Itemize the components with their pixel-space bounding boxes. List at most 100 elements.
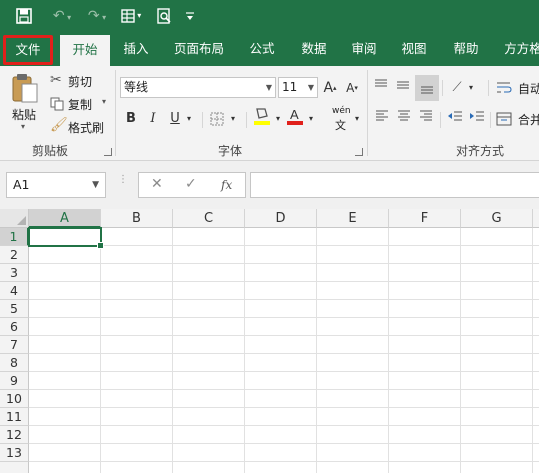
- divider: [246, 112, 247, 128]
- insert-function-button[interactable]: fx: [221, 178, 232, 192]
- font-launcher-icon[interactable]: [355, 148, 363, 156]
- row-header[interactable]: 3: [0, 264, 29, 282]
- orientation-icon[interactable]: ⟋: [448, 77, 466, 99]
- chevron-down-icon: ▼: [265, 83, 272, 92]
- row-header[interactable]: 13: [0, 444, 29, 462]
- paste-button[interactable]: 粘贴 ▾: [6, 70, 44, 136]
- copy-label: 复制: [68, 98, 93, 112]
- enter-icon[interactable]: ✓: [185, 176, 197, 192]
- underline-dropdown-icon[interactable]: ▾: [184, 108, 194, 130]
- tab-fangfangge[interactable]: 方方格: [498, 33, 539, 66]
- column-header[interactable]: E: [317, 209, 389, 228]
- tab-home[interactable]: 开始: [60, 35, 110, 66]
- tab-page-layout[interactable]: 页面布局: [166, 33, 232, 66]
- alignment-group-label: 对齐方式: [455, 144, 504, 158]
- tab-insert[interactable]: 插入: [114, 33, 158, 66]
- row-header[interactable]: 9: [0, 372, 29, 390]
- font-color-dropdown-icon[interactable]: ▾: [306, 108, 316, 130]
- cancel-icon[interactable]: ✕: [151, 176, 163, 192]
- font-size-value: 11: [282, 80, 298, 94]
- tab-review[interactable]: 审阅: [342, 33, 386, 66]
- copy-button[interactable]: 复制 ▾: [50, 95, 112, 115]
- divider: [488, 80, 489, 96]
- borders-icon[interactable]: [208, 108, 226, 130]
- column-header[interactable]: B: [101, 209, 173, 228]
- chevron-down-icon: ▼: [307, 83, 314, 92]
- divider: [202, 112, 203, 128]
- merge-center-button[interactable]: 合并: [496, 109, 539, 129]
- row-header[interactable]: 12: [0, 426, 29, 444]
- column-header[interactable]: G: [461, 209, 533, 228]
- name-box[interactable]: A1 ▼: [6, 172, 106, 198]
- form-icon[interactable]: ▾: [116, 6, 146, 26]
- align-middle-icon[interactable]: [394, 77, 412, 99]
- select-all-button[interactable]: [0, 209, 29, 228]
- row-header[interactable]: 5: [0, 300, 29, 318]
- fill-color-dropdown-icon[interactable]: ▾: [273, 108, 283, 130]
- formula-input[interactable]: [250, 172, 539, 198]
- format-painter-label: 格式刷: [68, 121, 105, 135]
- row-header[interactable]: 6: [0, 318, 29, 336]
- row-header[interactable]: 2: [0, 246, 29, 264]
- tab-formulas[interactable]: 公式: [240, 33, 284, 66]
- align-right-icon[interactable]: [418, 108, 434, 130]
- cut-button[interactable]: ✂ 剪切: [50, 72, 100, 92]
- align-top-icon[interactable]: [372, 77, 390, 99]
- row-header[interactable]: [0, 462, 29, 473]
- increase-indent-icon[interactable]: [468, 108, 486, 130]
- align-left-icon[interactable]: [374, 108, 390, 130]
- underline-button[interactable]: U: [168, 108, 182, 130]
- print-preview-icon[interactable]: [154, 6, 174, 26]
- row-header[interactable]: 1: [0, 228, 29, 246]
- tab-help[interactable]: 帮助: [444, 33, 488, 66]
- row-header[interactable]: 8: [0, 354, 29, 372]
- cut-label: 剪切: [68, 75, 93, 89]
- tab-view[interactable]: 视图: [392, 33, 436, 66]
- column-header[interactable]: F: [389, 209, 461, 228]
- increase-font-size-icon[interactable]: A▴: [322, 77, 338, 99]
- tab-data[interactable]: 数据: [292, 33, 336, 66]
- bold-button[interactable]: B: [124, 108, 138, 130]
- decrease-font-size-icon[interactable]: A▾: [344, 77, 360, 99]
- column-header[interactable]: C: [173, 209, 245, 228]
- group-divider: [367, 70, 368, 156]
- customize-qat-icon[interactable]: [184, 6, 196, 26]
- wrap-text-button[interactable]: 自动: [496, 78, 539, 98]
- phonetic-dropdown-icon[interactable]: ▾: [352, 108, 362, 130]
- row-header[interactable]: 7: [0, 336, 29, 354]
- clipboard-launcher-icon[interactable]: [104, 148, 112, 156]
- tab-file[interactable]: 文件: [3, 35, 53, 65]
- redo-icon[interactable]: ↷ ▾: [84, 6, 110, 26]
- formula-bar-grip-icon[interactable]: ⋮: [118, 175, 128, 185]
- wrap-text-icon: [497, 82, 512, 93]
- active-cell-a1[interactable]: [28, 227, 104, 249]
- spreadsheet-grid: A B C D E F G 1 2 3 4 5 6 7 8 9 10 11 12…: [0, 209, 539, 473]
- decrease-indent-icon[interactable]: [446, 108, 464, 130]
- phonetic-bottom-label: 文: [335, 119, 346, 132]
- name-box-value: A1: [13, 177, 30, 192]
- borders-dropdown-icon[interactable]: ▾: [228, 108, 238, 130]
- copy-dropdown-icon[interactable]: ▾: [102, 97, 106, 106]
- svg-text:A: A: [290, 107, 299, 122]
- column-header[interactable]: A: [29, 209, 101, 228]
- column-header[interactable]: [533, 209, 539, 228]
- cell-area[interactable]: [29, 228, 539, 473]
- save-icon[interactable]: [14, 6, 34, 26]
- paste-dropdown-icon[interactable]: ▾: [21, 122, 25, 131]
- align-center-icon[interactable]: [396, 108, 412, 130]
- format-painter-button[interactable]: 🖌 格式刷: [50, 117, 108, 138]
- row-header[interactable]: 10: [0, 390, 29, 408]
- divider: [442, 80, 443, 96]
- fill-color-icon[interactable]: [252, 106, 272, 128]
- column-header[interactable]: D: [245, 209, 317, 228]
- row-header[interactable]: 4: [0, 282, 29, 300]
- phonetic-top-label: wén: [332, 106, 351, 116]
- orientation-dropdown-icon[interactable]: ▾: [466, 77, 476, 99]
- font-size-select[interactable]: 11 ▼: [278, 77, 318, 98]
- italic-button[interactable]: I: [146, 108, 160, 130]
- undo-icon[interactable]: ↶ ▾: [48, 6, 76, 26]
- row-header[interactable]: 11: [0, 408, 29, 426]
- font-name-select[interactable]: 等线 ▼: [120, 77, 276, 98]
- align-bottom-icon[interactable]: [415, 75, 439, 101]
- font-color-icon[interactable]: A: [285, 106, 305, 128]
